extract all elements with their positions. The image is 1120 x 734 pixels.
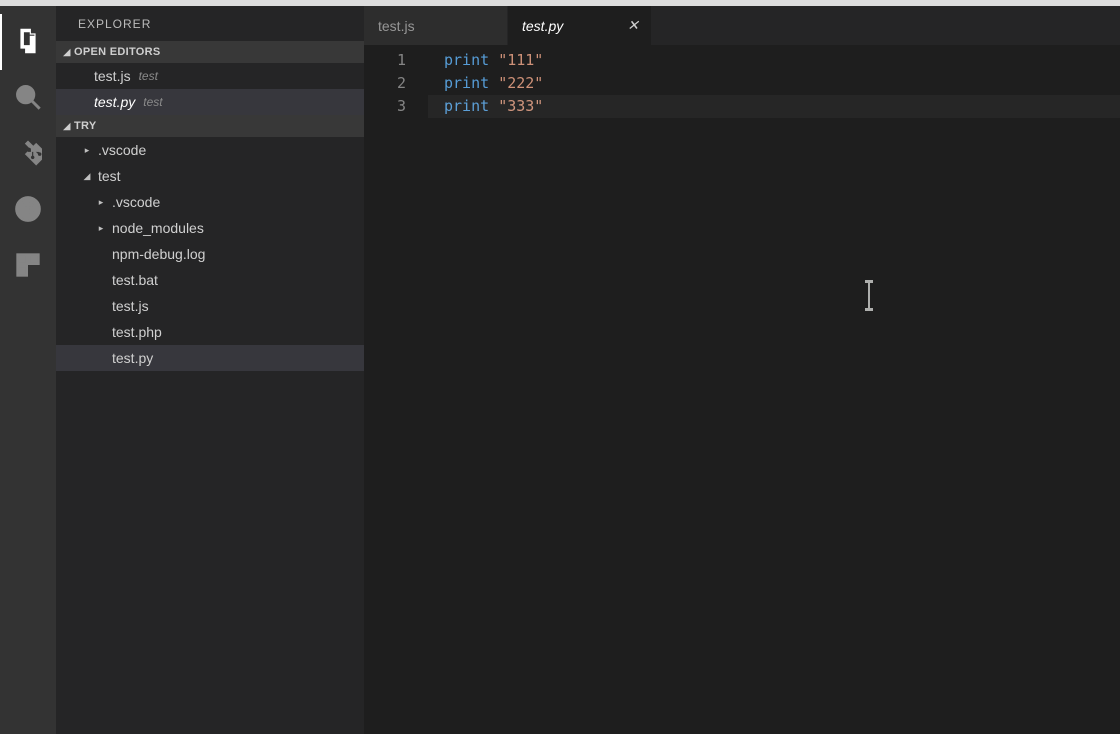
tree-item-label: test.php: [112, 324, 162, 340]
text-cursor-icon: [868, 283, 870, 308]
close-icon[interactable]: ✕: [625, 18, 641, 34]
chevron-right-icon: ▸: [94, 197, 108, 208]
open-editor-name: test.py: [94, 94, 135, 110]
project-label: TRY: [74, 120, 97, 132]
chevron-down-icon: ◢: [60, 47, 74, 58]
tree-file[interactable]: npm-debug.log: [56, 241, 364, 267]
line-number: 3: [364, 95, 428, 118]
tree-file[interactable]: test.php: [56, 319, 364, 345]
open-editor-desc: test: [139, 69, 158, 83]
tree-item-label: npm-debug.log: [112, 246, 205, 262]
tree-item-label: test.bat: [112, 272, 158, 288]
tree-folder[interactable]: ▸ node_modules: [56, 215, 364, 241]
tree-item-label: .vscode: [112, 194, 160, 210]
open-editor-item[interactable]: test.js test: [56, 63, 364, 89]
activity-git[interactable]: [0, 126, 56, 182]
activity-debug[interactable]: [0, 182, 56, 238]
current-line-highlight: [428, 95, 1120, 118]
tree-file[interactable]: test.py: [56, 345, 364, 371]
open-editors-list: test.js test test.py test: [56, 63, 364, 115]
chevron-right-icon: ▸: [94, 223, 108, 234]
tree-folder[interactable]: ▸ .vscode: [56, 189, 364, 215]
open-editor-item[interactable]: test.py test: [56, 89, 364, 115]
tab-label: test.py: [522, 18, 563, 34]
activity-explorer[interactable]: [0, 14, 56, 70]
debug-icon: [14, 195, 42, 226]
open-editor-desc: test: [143, 95, 162, 109]
git-icon: [14, 139, 42, 170]
file-tree: ▸ .vscode ◢ test ▸ .vscode ▸ node_modules npm-de…: [56, 137, 364, 371]
search-icon: [14, 83, 42, 114]
main-area: EXPLORER ◢ OPEN EDITORS test.jstesttest.…: [0, 6, 1120, 734]
chevron-down-icon: ◢: [80, 171, 94, 182]
editor-group: test.js✕ test.py ✕ 123 print "111"print "2…: [364, 6, 1120, 734]
editor-body[interactable]: 123 print "111"print "222"print "333": [364, 45, 1120, 734]
editor-tab[interactable]: test.js✕: [364, 6, 508, 45]
tab-bar: test.js✕ test.py ✕: [364, 6, 1120, 45]
tree-item-label: test.js: [112, 298, 149, 314]
line-number: 1: [364, 49, 428, 72]
chevron-right-icon: ▸: [80, 145, 94, 156]
activity-extensions[interactable]: [0, 238, 56, 294]
tree-item-label: .vscode: [98, 142, 146, 158]
sidebar-title: EXPLORER: [56, 6, 364, 41]
tree-folder[interactable]: ◢ test: [56, 163, 364, 189]
project-header[interactable]: ◢ TRY: [56, 115, 364, 137]
tree-item-label: test.py: [112, 350, 153, 366]
code-area[interactable]: print "111"print "222"print "333": [428, 45, 1120, 734]
editor-tab[interactable]: test.py ✕: [508, 6, 652, 45]
open-editors-label: OPEN EDITORS: [74, 46, 161, 58]
line-number: 2: [364, 72, 428, 95]
code-line: print "222": [444, 72, 1120, 95]
open-editor-name: test.js: [94, 68, 131, 84]
tree-item-label: test: [98, 168, 121, 184]
sidebar: EXPLORER ◢ OPEN EDITORS test.jstesttest.…: [56, 6, 364, 734]
line-number-gutter: 123: [364, 45, 428, 734]
code-line: print "111": [444, 49, 1120, 72]
activity-search[interactable]: [0, 70, 56, 126]
files-icon: [14, 27, 42, 58]
tree-folder[interactable]: ▸ .vscode: [56, 137, 364, 163]
chevron-down-icon: ◢: [60, 121, 74, 132]
extensions-icon: [14, 251, 42, 282]
tab-label: test.js: [378, 18, 415, 34]
tree-file[interactable]: test.js: [56, 293, 364, 319]
activity-bar: [0, 6, 56, 734]
tree-file[interactable]: test.bat: [56, 267, 364, 293]
tree-item-label: node_modules: [112, 220, 204, 236]
open-editors-header[interactable]: ◢ OPEN EDITORS: [56, 41, 364, 63]
